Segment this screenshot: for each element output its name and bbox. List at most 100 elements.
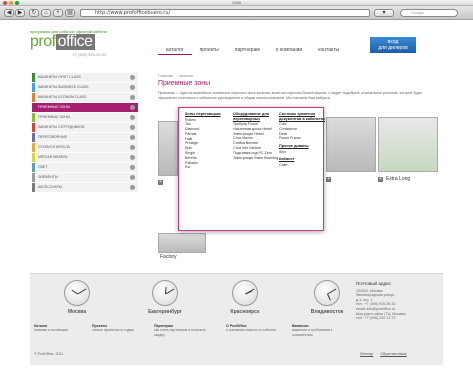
contact-heading: Почтовый адрес xyxy=(356,281,391,286)
bookmarks-button[interactable]: ▤ xyxy=(65,9,75,17)
web-page: программа для рабочих офисной мебели pro… xyxy=(30,25,443,365)
arrow-circle-icon[interactable] xyxy=(130,165,135,170)
back-button[interactable]: ◀ xyxy=(4,9,14,17)
sidebar-item[interactable]: КАБИНЕТЫ ECONOM CLASS xyxy=(32,93,138,102)
sidebar-item[interactable]: КАБИНЕТЫ СОТРУДНИКОВ xyxy=(32,123,138,132)
sidebar-color-bar xyxy=(32,173,35,182)
arrow-circle-icon[interactable] xyxy=(130,155,135,160)
arrow-circle-icon[interactable] xyxy=(130,105,135,110)
clock-widget: Екатеринбург xyxy=(140,280,190,315)
sidebar-item[interactable]: КАБИНЕТЫ BUSINESS CLASS xyxy=(32,83,138,92)
clock-city-label: Красноярск xyxy=(230,309,260,315)
dropdown-heading[interactable]: Кабинет xyxy=(279,157,325,162)
nav-catalog[interactable]: каталог xyxy=(158,47,192,55)
arrow-circle-icon[interactable] xyxy=(130,145,135,150)
dealer-login-button[interactable]: вход для дилеров xyxy=(370,37,416,53)
reload-button[interactable]: ↻ xyxy=(29,9,39,17)
clock-city-label: Екатеринбург xyxy=(148,309,182,315)
add-bookmark-button[interactable]: + xyxy=(53,9,63,17)
sidebar-color-bar xyxy=(32,123,35,132)
nav-contacts[interactable]: контакты xyxy=(310,47,347,55)
dropdown-heading[interactable]: Прочие диваны xyxy=(279,144,325,149)
arrow-circle-icon[interactable] xyxy=(130,185,135,190)
sidebar-item[interactable]: ЭЛЕМЕНТЫ xyxy=(32,173,138,182)
copyright: © ProfOffice, 2011 xyxy=(34,352,64,356)
arrow-circle-icon[interactable] xyxy=(130,75,135,80)
sidebar-item[interactable]: ПЕРЕГОВОРНЫЕ xyxy=(32,133,138,142)
sidebar-item[interactable]: МЯГКАЯ МЕБЕЛЬ xyxy=(32,153,138,162)
dropdown-item[interactable]: Caffe xyxy=(279,163,325,168)
arrow-circle-icon[interactable] xyxy=(130,115,135,120)
forward-button[interactable]: ▶ xyxy=(15,9,25,17)
nav-partners[interactable]: партнерам xyxy=(227,47,268,55)
sidebar-item[interactable]: КАБИНЕТЫ FIRST CLASS xyxy=(32,73,138,82)
clock-face-icon xyxy=(232,280,258,306)
breadcrumb[interactable]: Главная → каталог xyxy=(158,73,194,78)
search-field[interactable]: Google xyxy=(400,9,458,17)
product-photo-bottom[interactable] xyxy=(158,233,206,253)
arrow-circle-icon[interactable] xyxy=(130,175,135,180)
clock-minute-hand xyxy=(327,288,337,295)
browser-toolbar: ◀ ▶ ↻ ⌂ + ▤ http://www.profofficebuero.r… xyxy=(0,6,473,20)
logo-prof-text: prof xyxy=(30,33,56,50)
sidebar-item[interactable]: ПРИЕМНЫЕ ЗОНЫ xyxy=(32,103,138,112)
expand-plus-icon[interactable]: + xyxy=(378,177,383,182)
rss-button[interactable]: ▾ xyxy=(374,9,394,17)
sidebar-color-bar xyxy=(32,113,35,122)
contact-line: тел.: +7 (495) 232-71-72 xyxy=(356,316,396,321)
product-photo-right-a[interactable] xyxy=(326,117,376,172)
photo-label-extra-long[interactable]: Extra Long xyxy=(386,176,410,182)
dropdown-heading[interactable]: Оборудование для переговорных xyxy=(233,112,279,121)
sidebar-color-bar xyxy=(32,73,35,82)
product-photo-right-b[interactable] xyxy=(378,117,438,172)
clock-face-icon xyxy=(64,280,90,306)
footer-column: О ProfOffice о компании новости и события xyxy=(226,324,282,333)
footer-column: Проекты список проектов по годам xyxy=(92,324,148,333)
dropdown-heading[interactable]: Системы хранения документов в кабинетах xyxy=(279,112,325,121)
sidebar-item-label: АКСЕССУАРЫ xyxy=(38,185,62,189)
sidebar-item[interactable]: СТУЛЬЯ И КРЕСЛА xyxy=(32,143,138,152)
sidebar-item-label: КАБИНЕТЫ FIRST CLASS xyxy=(38,75,81,79)
clock-widget: Москва xyxy=(52,280,102,315)
expand-plus-icon[interactable]: + xyxy=(158,180,163,185)
feedback-link[interactable]: Обратная связь xyxy=(380,352,406,356)
sidebar-color-bar xyxy=(32,83,35,92)
site-footer: Москва Екатеринбург Красноярск Владивосток … xyxy=(30,273,443,365)
top-navigation: каталог проекты партнерам о компании кон… xyxy=(158,47,347,55)
photo-label-factory[interactable]: Factory xyxy=(160,254,177,260)
sidebar-item-label: ПРИЕМНЫЕ ЗОНЫ xyxy=(38,105,70,109)
dropdown-heading[interactable]: Зоны переговоров xyxy=(185,112,231,117)
dropdown-item[interactable]: Evi xyxy=(185,165,231,170)
home-button[interactable]: ⌂ xyxy=(41,9,51,17)
nav-about[interactable]: о компании xyxy=(268,47,310,55)
sidebar-color-bar xyxy=(32,103,35,112)
dropdown-item[interactable]: Электрощит Brain Storming xyxy=(233,156,279,161)
footer-column-text: список проектов по годам xyxy=(92,328,134,333)
dropdown-column-storage: Системы хранения документов в кабинетах C… xyxy=(279,112,325,168)
sidebar-item-label: КАБИНЕТЫ СОТРУДНИКОВ xyxy=(38,125,85,129)
sidebar-color-bar xyxy=(32,93,35,102)
sidebar-item[interactable]: АКСЕССУАРЫ xyxy=(32,183,138,192)
clock-face-icon xyxy=(152,280,178,306)
arrow-circle-icon[interactable] xyxy=(130,85,135,90)
sidebar-item[interactable]: СВЕТ xyxy=(32,163,138,172)
address-bar[interactable]: http://www.profofficebuero.ru/ xyxy=(80,9,370,17)
sidebar-item-label: КАБИНЕТЫ ECONOM CLASS xyxy=(38,95,87,99)
arrow-circle-icon[interactable] xyxy=(130,125,135,130)
sidebar-item[interactable]: ПРИЕМНЫЕ ЗОНЫ xyxy=(32,113,138,122)
site-logo[interactable]: prof office xyxy=(30,34,95,50)
footer-column: Вакансии вакансии и требования к соискате… xyxy=(292,324,348,337)
sitemap-link[interactable]: Sitemap xyxy=(360,352,373,356)
page-title: Приемные зоны xyxy=(158,80,211,87)
footer-column-text: новинки и коллекции xyxy=(34,328,68,333)
dealer-login-line2: для дилеров xyxy=(378,45,408,51)
product-photo-left[interactable] xyxy=(158,121,178,176)
arrow-circle-icon[interactable] xyxy=(130,95,135,100)
arrow-circle-icon[interactable] xyxy=(130,135,135,140)
sidebar-item-label: МЯГКАЯ МЕБЕЛЬ xyxy=(38,155,68,159)
nav-projects[interactable]: проекты xyxy=(192,47,227,55)
expand-plus-icon[interactable]: + xyxy=(326,177,331,182)
clock-face-icon xyxy=(314,280,340,306)
clock-minute-hand xyxy=(245,288,255,295)
footer-links: Sitemap Обратная связь xyxy=(360,352,413,356)
